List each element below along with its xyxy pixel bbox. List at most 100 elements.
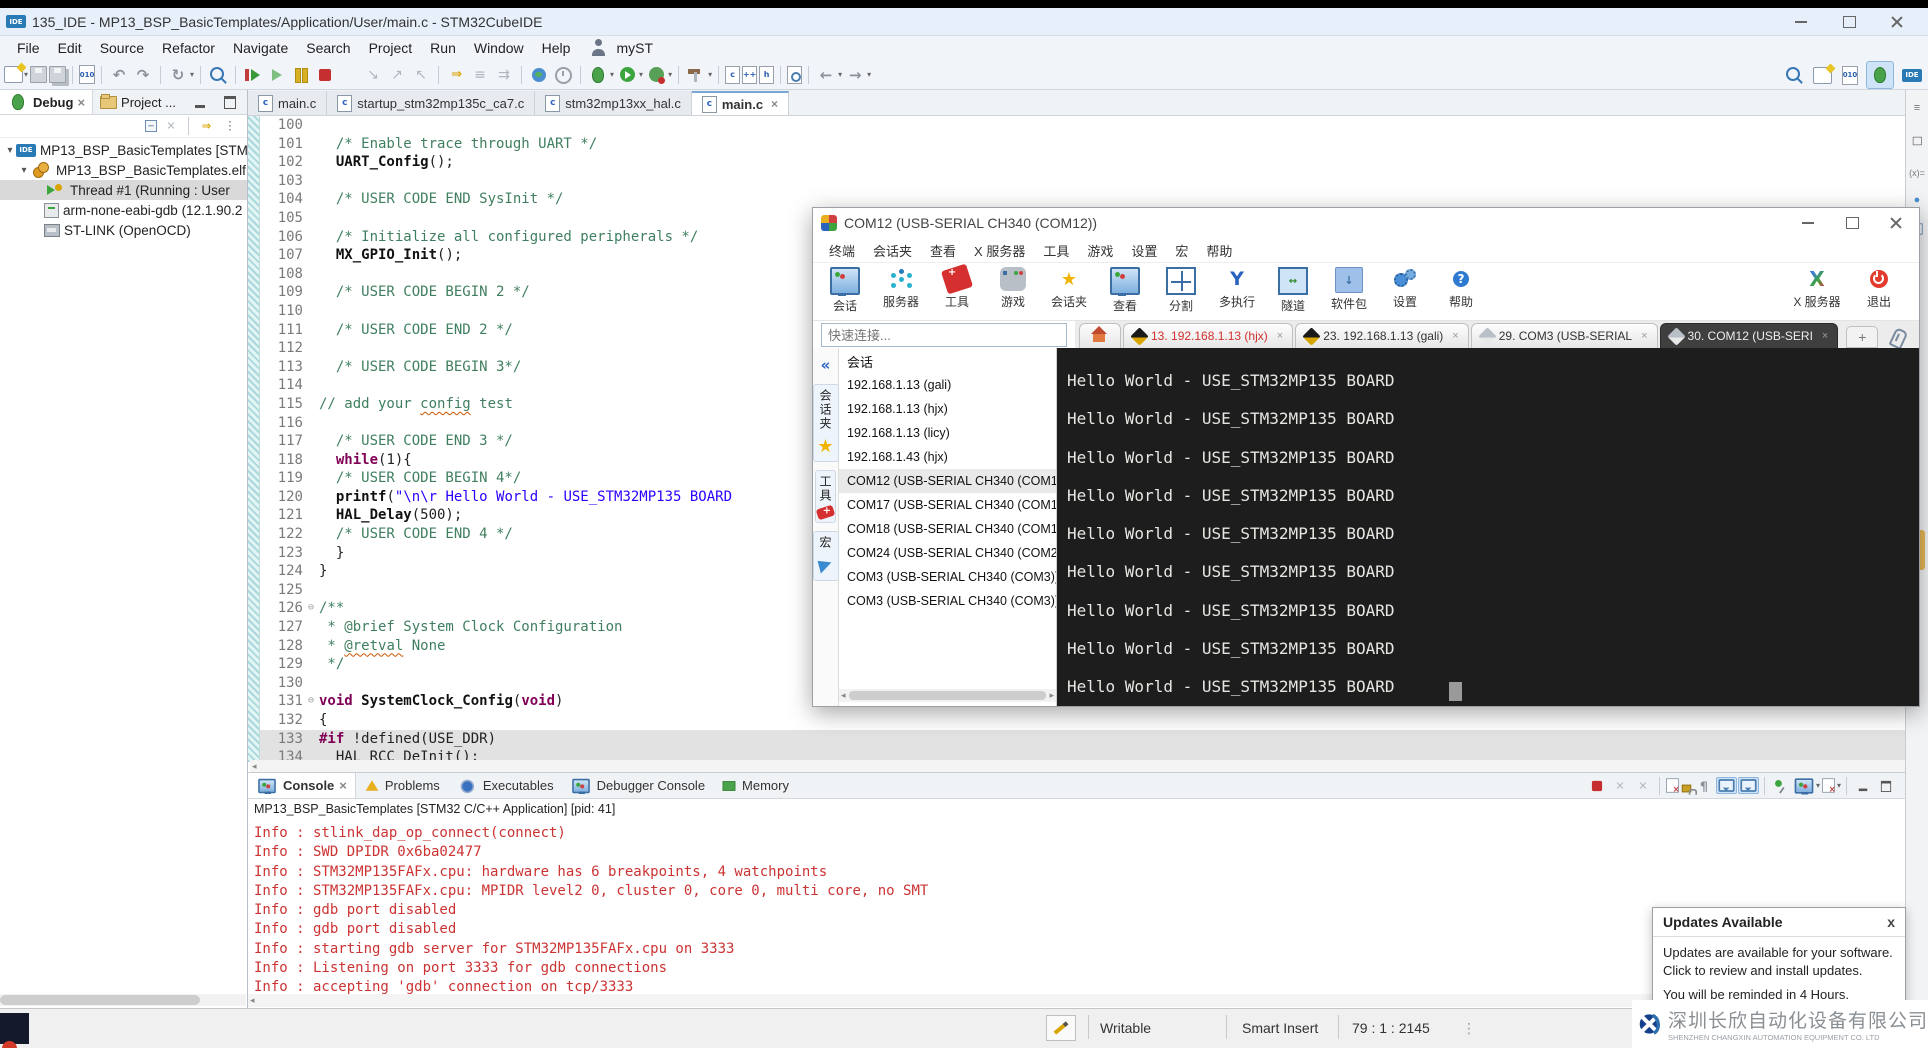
myst-account[interactable]: myST [589,37,653,59]
quick-access-search-icon[interactable] [1783,64,1805,86]
newh-button[interactable]: h [759,66,774,84]
refresh-button[interactable]: ↻▾ [167,64,194,86]
tools-rail-tab[interactable]: 工具 [815,470,836,523]
bug-button[interactable]: ▾ [587,64,614,86]
menu-file[interactable]: File [8,38,49,58]
editor-tab-main.c[interactable]: cmain.c× [692,91,789,115]
terminal-menu-终端[interactable]: 终端 [821,239,863,262]
terminal-tool-隧道[interactable]: 隧道 [1267,267,1319,314]
g2-button[interactable]: ↗ [386,64,408,86]
mx-perspective-button[interactable] [1900,67,1924,84]
menu-run[interactable]: Run [421,38,465,58]
terminal-tool-帮助[interactable]: 帮助 [1435,267,1487,310]
hammer-dropdown-icon[interactable]: ▾ [708,70,712,79]
terminal-maximize-icon[interactable] [1841,212,1863,234]
debug-tree-row[interactable]: arm-none-eabi-gdb (12.1.90.2 [0,200,247,220]
close-view-icon[interactable]: × [77,95,85,110]
clock-button[interactable] [552,64,574,86]
collapse-sidebar-icon[interactable]: « [815,354,837,376]
console-tab-problems[interactable]: Problems [356,773,448,798]
newcpp-button[interactable]: ++ [742,66,757,84]
stop-button[interactable] [1586,775,1608,797]
fwd-button[interactable]: →▾ [844,64,871,86]
session-tab-30.[interactable]: 30. COM12 (USB-SERI× [1660,323,1839,348]
terminal-tool-会话[interactable]: 会话 [819,267,871,314]
debug-perspective-button[interactable] [1866,61,1894,89]
menu-navigate[interactable]: Navigate [224,38,297,58]
close-tab-icon[interactable]: × [339,778,347,793]
terminal-menu-宏[interactable]: 宏 [1167,239,1196,262]
new-dropdown-icon[interactable]: ▾ [24,70,28,79]
code-line-103[interactable]: 103 [248,172,1905,191]
pin-button[interactable] [1770,775,1792,797]
bug-dropdown-icon[interactable]: ▾ [610,70,614,79]
monitor-dropdown-icon[interactable]: ▾ [1816,781,1820,790]
session-item[interactable]: COM12 (USB-SERIAL CH340 (COM12)) [839,469,1056,493]
chat-button[interactable] [1738,777,1759,794]
profile-dropdown-icon[interactable]: ▾ [668,70,672,79]
session-tab-23.[interactable]: 23. 192.168.1.13 (gali)× [1295,323,1469,348]
terminal-tool-退出[interactable]: 退出 [1853,267,1905,310]
editor-tab-stm32mp13xx_hal.c[interactable]: cstm32mp13xx_hal.c [535,91,692,115]
terminal-minimize-icon[interactable] [1797,212,1819,234]
close-session-icon[interactable]: × [1641,330,1647,342]
terminal-tool-工具[interactable]: 工具 [931,267,983,310]
g1-button[interactable]: ↘ [362,64,384,86]
globe-button[interactable] [528,64,550,86]
terminal-menu-工具[interactable]: 工具 [1035,239,1077,262]
scroll-left-icon[interactable]: ◂ [841,690,846,701]
maxg-button[interactable] [1875,775,1897,797]
new-session-tab-button[interactable]: + [1846,326,1878,348]
iarrow-icon[interactable] [197,117,216,136]
chat-button[interactable] [1716,777,1737,794]
terminal-tool-设置[interactable]: 设置 [1379,267,1431,310]
terminal-menu-X 服务器[interactable]: X 服务器 [966,239,1033,262]
run-dropdown-icon[interactable]: ▾ [639,70,643,79]
session-item[interactable]: 192.168.1.43 (hjx) [839,445,1056,469]
newc-button[interactable]: c [725,66,740,84]
g3-button[interactable]: ↖ [410,64,432,86]
terminal-tool-软件包[interactable]: 软件包 [1323,267,1375,312]
grx-button[interactable]: ✕ [1609,775,1631,797]
removeall-icon[interactable]: ✕ [162,117,181,136]
clear-dropdown-icon[interactable]: ▾ [1837,781,1841,790]
variables-view-icon[interactable]: (x)= [1909,168,1925,178]
editor-tab-startup_stm32mp135c_ca7.c[interactable]: cstartup_stm32mp135c_ca7.c [327,91,535,115]
binary-button[interactable] [79,65,95,84]
terminal-menu-游戏[interactable]: 游戏 [1079,239,1121,262]
session-item[interactable]: COM18 (USB-SERIAL CH340 (COM18)) (3) [839,517,1056,541]
close-tab-icon[interactable]: × [771,97,778,111]
statusbar-menu-icon[interactable]: ⋮ [1462,1020,1476,1037]
hammer-button[interactable]: ▾ [685,64,712,86]
stop-button[interactable] [314,64,336,86]
scroll-thumb[interactable] [849,691,1047,700]
terminal-tool-服务器[interactable]: 服务器 [875,267,927,310]
session-item[interactable]: COM17 (USB-SERIAL CH340 (COM17)) [839,493,1056,517]
mag-button[interactable] [207,64,229,86]
terminal-tool-会话夹[interactable]: ★会话夹 [1043,267,1095,310]
back-button[interactable]: ←▾ [815,64,842,86]
code-line-100[interactable]: 100 [248,116,1905,135]
editor-hscrollbar[interactable]: ◂ [250,760,1905,772]
debug-hscrollbar[interactable] [0,994,246,1006]
iarrow-button[interactable] [445,64,467,86]
terminal-menu-设置[interactable]: 设置 [1123,239,1165,262]
terminal-tool-查看[interactable]: 查看 [1099,267,1151,314]
minimize-view-icon[interactable] [189,91,211,113]
cpp-perspective-button[interactable] [1840,64,1860,87]
expand-chevron-icon[interactable]: ▾ [4,145,16,156]
saveall-button[interactable] [49,66,66,83]
session-item[interactable]: COM3 (USB-SERIAL CH340 (COM3)) (1) [839,589,1056,613]
dots-icon[interactable]: ⋮ [221,117,240,136]
console-tab-debugger-console[interactable]: Debugger Console [562,773,713,798]
fwd-dropdown-icon[interactable]: ▾ [867,70,871,79]
monitor-button[interactable]: ▾ [1793,777,1820,795]
close-icon[interactable] [1886,11,1908,33]
view-tab-debug[interactable]: Debug× [0,90,93,114]
attachments-icon[interactable] [1889,327,1909,349]
menu-source[interactable]: Source [91,38,153,58]
minimize-icon[interactable] [1790,11,1812,33]
expand-chevron-icon[interactable]: ▾ [18,165,30,176]
save-button[interactable] [30,66,47,83]
console-tab-executables[interactable]: Executables [448,773,562,798]
